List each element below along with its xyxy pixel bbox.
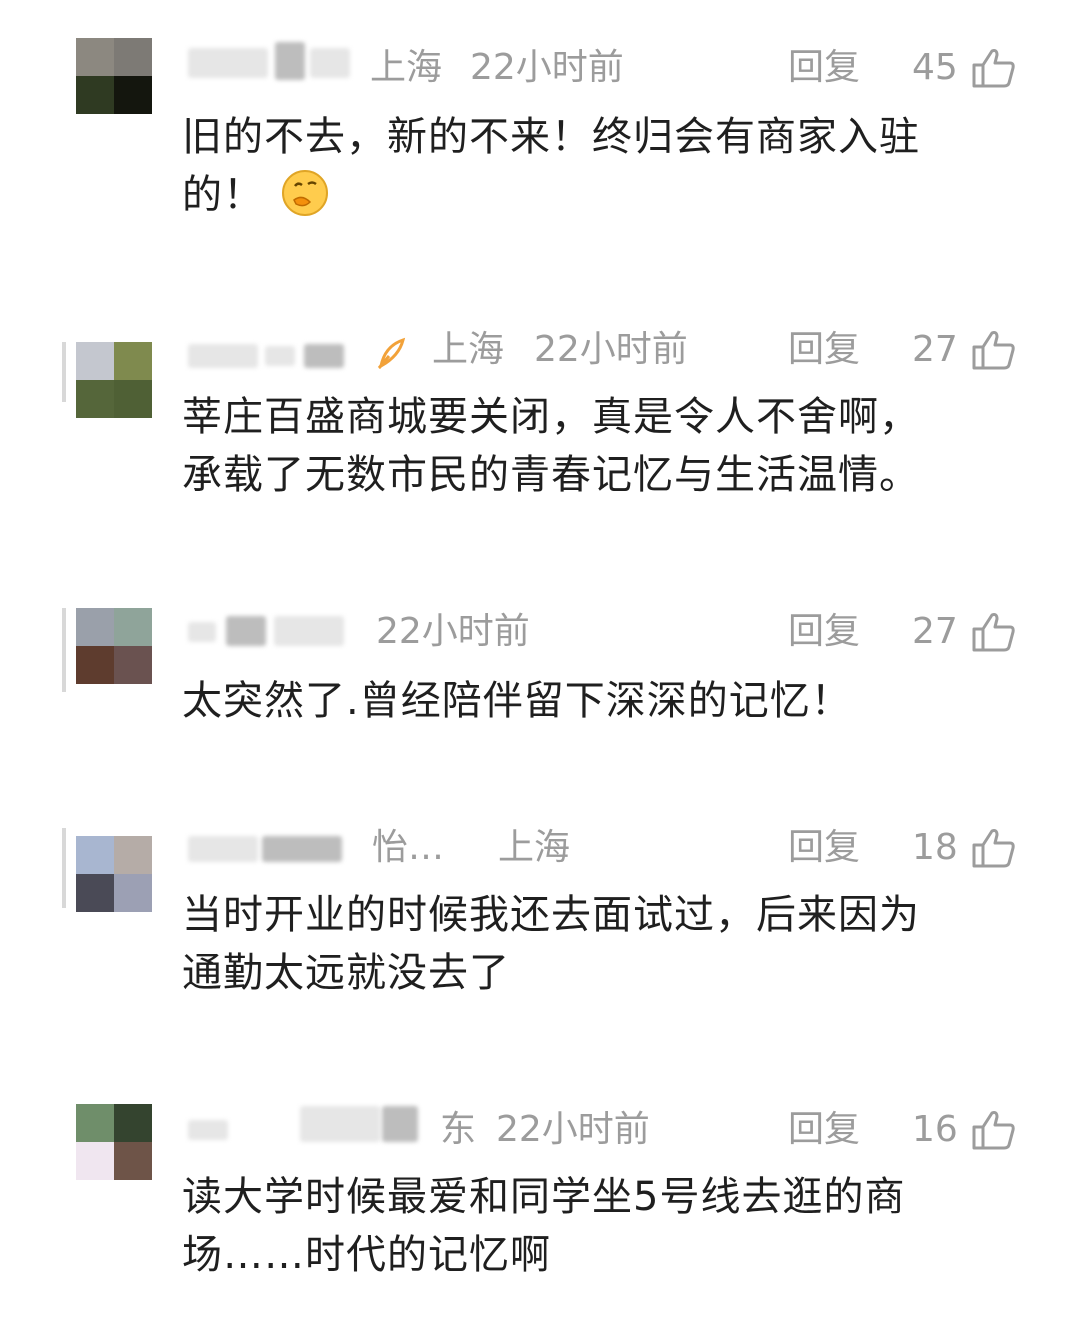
timestamp: 22小时前 <box>534 329 688 370</box>
comment-line: 读大学时候最爱和同学坐5号线去逛的商 <box>182 1174 906 1220</box>
username[interactable] <box>304 344 344 368</box>
like-count: 16 <box>912 1109 958 1150</box>
comment-line: 通勤太远就没去了 <box>182 950 510 996</box>
comment-line: 莘庄百盛商城要关闭，真是令人不舍啊， <box>182 394 920 440</box>
reply-button[interactable]: 回复 <box>788 1100 860 1160</box>
username[interactable] <box>274 616 344 646</box>
location-label: 东 <box>440 1109 477 1150</box>
username[interactable] <box>265 346 295 366</box>
comment-line: 承载了无数市民的青春记忆与生活温情。 <box>182 452 920 498</box>
username[interactable] <box>300 1106 380 1142</box>
comment-meta: 东 22小时前 回复 16 <box>0 1100 1080 1160</box>
like-count: 27 <box>912 329 958 370</box>
thumbs-up-icon[interactable] <box>972 1110 1016 1150</box>
comment-line: 的！ <box>182 166 1022 224</box>
comment-item: 上海 22小时前 回复 45 旧的不去，新的不来！终归会有商家入驻 的！ <box>0 38 1080 248</box>
comment-item: 22小时前 回复 27 太突然了.曾经陪伴留下深深的记忆！ <box>0 602 1080 742</box>
comment-item: 东 22小时前 回复 16 读大学时候最爱和同学坐5号线去逛的商 场……时代的记… <box>0 1100 1080 1300</box>
username[interactable] <box>275 42 305 80</box>
username[interactable] <box>188 48 268 78</box>
comment-line: 当时开业的时候我还去面试过，后来因为 <box>182 892 920 938</box>
comment-line: 太突然了.曾经陪伴留下深深的记忆！ <box>182 678 852 724</box>
comment-text: 太突然了.曾经陪伴留下深深的记忆！ <box>182 672 1022 730</box>
username[interactable] <box>188 836 258 862</box>
reply-button[interactable]: 回复 <box>788 320 860 380</box>
thinking-face-emoji-icon <box>282 170 328 216</box>
location-label: 上海 <box>432 329 505 370</box>
comment-meta: 上海 22小时前 回复 27 <box>0 320 1080 380</box>
username[interactable] <box>310 48 350 78</box>
thumbs-up-icon[interactable] <box>972 828 1016 868</box>
comment-meta: 22小时前 回复 27 <box>0 602 1080 662</box>
comment-line: 旧的不去，新的不来！终归会有商家入驻 <box>182 114 920 160</box>
comment-line: 场……时代的记忆啊 <box>182 1232 551 1278</box>
like-count: 18 <box>912 827 958 868</box>
comment-line-text: 的！ <box>182 172 264 218</box>
badge-icon <box>377 337 406 369</box>
reply-button[interactable]: 回复 <box>788 38 860 98</box>
comment-item: 上海 22小时前 回复 27 莘庄百盛商城要关闭，真是令人不舍啊， 承载了无数市… <box>0 320 1080 520</box>
reply-button[interactable]: 回复 <box>788 602 860 662</box>
like-count: 45 <box>912 47 958 88</box>
thumbs-up-icon[interactable] <box>972 330 1016 370</box>
comment-text: 旧的不去，新的不来！终归会有商家入驻 的！ <box>182 108 1022 224</box>
username[interactable] <box>226 616 266 646</box>
comment-text: 莘庄百盛商城要关闭，真是令人不舍啊， 承载了无数市民的青春记忆与生活温情。 <box>182 388 1022 504</box>
comment-meta: 上海 22小时前 回复 45 <box>0 38 1080 98</box>
comment-item: 怡… 上海 回复 18 当时开业的时候我还去面试过，后来因为 通勤太远就没去了 <box>0 818 1080 1018</box>
timestamp: 22小时前 <box>496 1109 650 1150</box>
username[interactable] <box>188 1120 228 1140</box>
thumbs-up-icon[interactable] <box>972 612 1016 652</box>
username[interactable] <box>382 1106 418 1142</box>
reply-button[interactable]: 回复 <box>788 818 860 878</box>
username[interactable] <box>262 836 342 862</box>
user-badge-label: 怡… <box>372 827 445 868</box>
timestamp: 22小时前 <box>376 611 530 652</box>
username[interactable] <box>188 344 258 368</box>
location-label: 上海 <box>370 47 443 88</box>
comment-text: 当时开业的时候我还去面试过，后来因为 通勤太远就没去了 <box>182 886 1022 1002</box>
location-label: 上海 <box>498 827 571 868</box>
username[interactable] <box>188 622 216 642</box>
timestamp: 22小时前 <box>470 47 624 88</box>
comment-text: 读大学时候最爱和同学坐5号线去逛的商 场……时代的记忆啊 <box>182 1168 1022 1284</box>
thumbs-up-icon[interactable] <box>972 48 1016 88</box>
comment-meta: 怡… 上海 回复 18 <box>0 818 1080 878</box>
like-count: 27 <box>912 611 958 652</box>
